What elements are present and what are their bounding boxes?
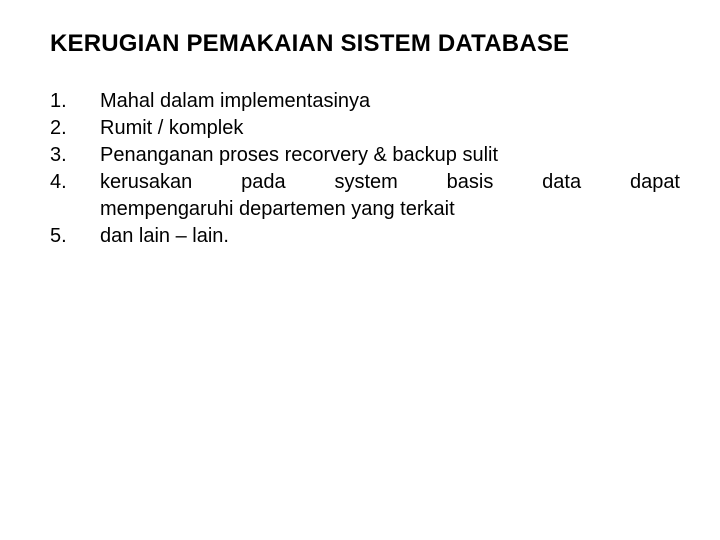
list-number: 5. <box>50 223 100 250</box>
list-item: 1. Mahal dalam implementasinya <box>50 88 680 115</box>
list-text-line: kerusakan pada system basis data dapat <box>100 169 680 196</box>
slide: KERUGIAN PEMAKAIAN SISTEM DATABASE 1. Ma… <box>0 0 720 540</box>
list-number: 1. <box>50 88 100 115</box>
list-number: 2. <box>50 115 100 142</box>
list-item: 5. dan lain – lain. <box>50 223 680 250</box>
list-text: Penanganan proses recorvery & backup sul… <box>100 142 680 169</box>
numbered-list: 1. Mahal dalam implementasinya 2. Rumit … <box>50 88 680 250</box>
list-item: 4. kerusakan pada system basis data dapa… <box>50 169 680 223</box>
list-text-line: mempengaruhi departemen yang terkait <box>100 196 680 223</box>
list-text: dan lain – lain. <box>100 223 680 250</box>
list-number: 3. <box>50 142 100 169</box>
list-text: Mahal dalam implementasinya <box>100 88 680 115</box>
list-text: kerusakan pada system basis data dapat m… <box>100 169 680 223</box>
list-item: 3. Penanganan proses recorvery & backup … <box>50 142 680 169</box>
list-number: 4. <box>50 169 100 223</box>
list-item: 2. Rumit / komplek <box>50 115 680 142</box>
list-text: Rumit / komplek <box>100 115 680 142</box>
slide-title: KERUGIAN PEMAKAIAN SISTEM DATABASE <box>50 30 680 58</box>
